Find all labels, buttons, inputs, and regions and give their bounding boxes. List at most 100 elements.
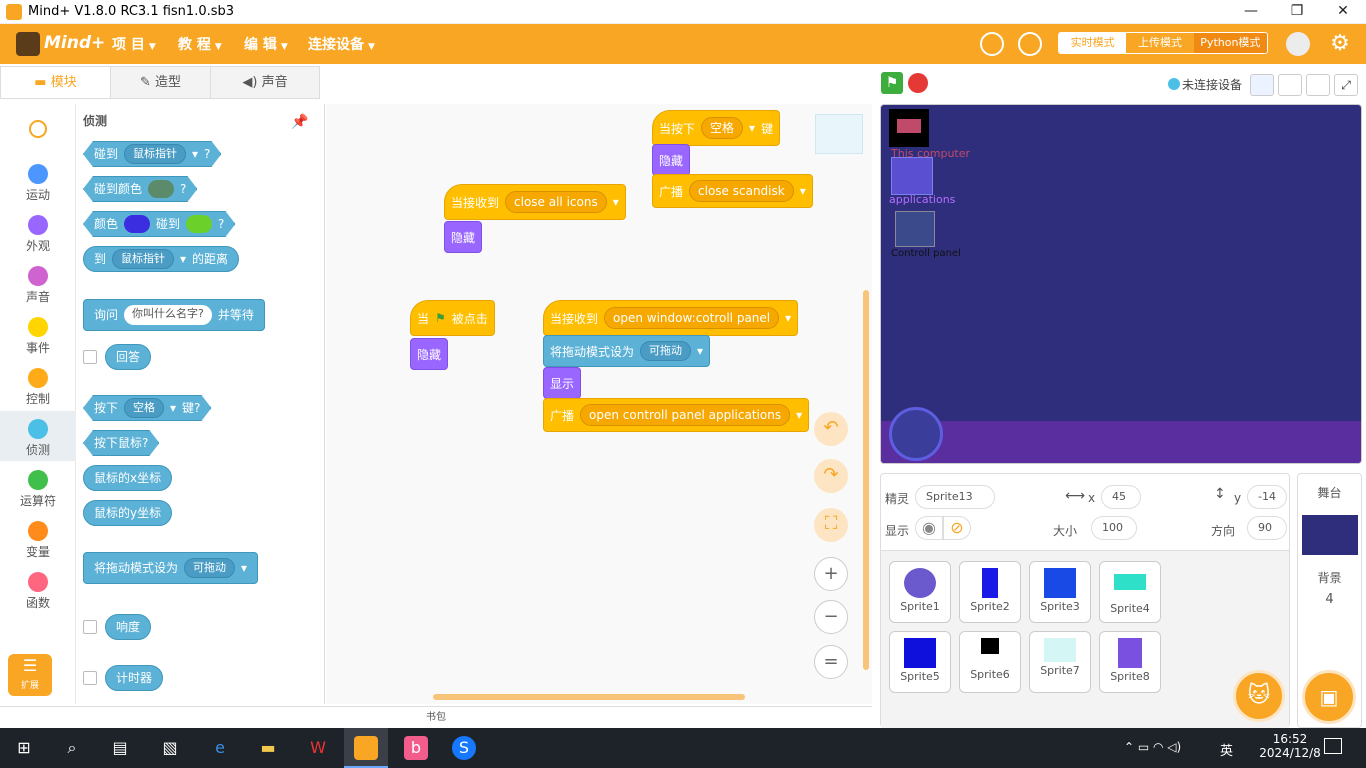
- dashboard-icon[interactable]: [980, 32, 1004, 56]
- sprite-tile[interactable]: Sprite8: [1099, 631, 1161, 693]
- block-when-receive[interactable]: 当接收到 open window:cotroll panel ▾: [543, 300, 799, 336]
- code-workspace[interactable]: 当按下 空格 ▾ 键 隐藏 广播 close scandisk ▾ 当接收到 close a…: [327, 104, 872, 704]
- small-stage-icon[interactable]: [1250, 74, 1274, 96]
- answer-checkbox[interactable]: [83, 350, 97, 364]
- y-input[interactable]: -14: [1247, 485, 1287, 509]
- block-answer[interactable]: 回答: [105, 344, 152, 370]
- block-mouse-down[interactable]: 按下鼠标?: [83, 430, 159, 456]
- block-touching-color[interactable]: 碰到颜色?: [83, 176, 197, 202]
- backpack-bar[interactable]: 书包: [0, 706, 872, 728]
- hide-eye-icon[interactable]: ⊘: [943, 516, 971, 540]
- avatar[interactable]: [1286, 32, 1310, 56]
- horizontal-scrollbar[interactable]: [433, 694, 745, 700]
- edge-icon[interactable]: e: [208, 736, 232, 760]
- category-control[interactable]: 控制: [0, 360, 76, 410]
- minimap[interactable]: [815, 114, 863, 154]
- notification-icon[interactable]: [1324, 738, 1342, 754]
- fullscreen-icon[interactable]: ⤢: [1334, 74, 1358, 96]
- mode-realtime[interactable]: 实时模式: [1059, 33, 1127, 53]
- windows-start-icon[interactable]: ⊞: [12, 736, 36, 760]
- sprite-tile[interactable]: Sprite3: [1029, 561, 1091, 623]
- block-distance[interactable]: 到鼠标指针 ▾ 的距离: [83, 246, 240, 272]
- block-color-touching[interactable]: 颜色 碰到?: [83, 211, 235, 237]
- tab-blocks[interactable]: ▬ 模块: [1, 67, 111, 98]
- block-show[interactable]: 显示: [543, 367, 582, 399]
- wps-icon[interactable]: W: [306, 736, 330, 760]
- edit-icon[interactable]: [1018, 32, 1042, 56]
- block-hide[interactable]: 隐藏: [410, 338, 449, 370]
- redo-icon[interactable]: ↷: [814, 459, 848, 493]
- block-mouse-y[interactable]: 鼠标的y坐标: [83, 500, 173, 526]
- block-touching[interactable]: 碰到 鼠标指针 ▾?: [83, 141, 221, 167]
- search-icon[interactable]: ⌕: [60, 736, 84, 760]
- add-backdrop-button[interactable]: ▣: [1302, 670, 1356, 724]
- tab-sounds[interactable]: ◀) 声音: [211, 67, 319, 98]
- stage-panel[interactable]: 舞台 背景 4 ▣: [1297, 473, 1362, 728]
- sogou-icon[interactable]: S: [452, 736, 476, 760]
- control-panel-icon[interactable]: [895, 211, 935, 247]
- block-when-key-pressed[interactable]: 当按下 空格 ▾ 键: [652, 110, 781, 146]
- layout-icon[interactable]: [1306, 74, 1330, 96]
- large-stage-icon[interactable]: [1278, 74, 1302, 96]
- menu-connect[interactable]: 连接设备 ▼: [308, 34, 375, 54]
- search-icon[interactable]: [29, 120, 47, 138]
- menu-edit[interactable]: 编 辑 ▼: [244, 34, 288, 54]
- start-orb[interactable]: [889, 407, 943, 461]
- ime-indicator[interactable]: 英: [1220, 740, 1233, 759]
- category-sensing[interactable]: 侦测: [0, 411, 76, 461]
- stage-thumbnail[interactable]: [1301, 515, 1358, 555]
- add-sprite-button[interactable]: 🐱: [1233, 670, 1285, 722]
- x-input[interactable]: 45: [1101, 485, 1141, 509]
- block-hide[interactable]: 隐藏: [444, 221, 483, 253]
- category-operators[interactable]: 运算符: [0, 462, 76, 512]
- block-key-pressed[interactable]: 按下 空格 ▾ 键?: [83, 395, 211, 421]
- block-when-receive[interactable]: 当接收到 close all icons ▾: [444, 184, 626, 220]
- tray-icons[interactable]: ⌃ ▭ ◠ ◁): [1124, 740, 1181, 754]
- applications-icon[interactable]: [891, 157, 933, 195]
- block-timer[interactable]: 计时器: [105, 665, 164, 691]
- size-input[interactable]: 100: [1091, 516, 1137, 540]
- category-events[interactable]: 事件: [0, 309, 76, 359]
- minimize-button[interactable]: —: [1228, 0, 1274, 24]
- tab-costumes[interactable]: ✎ 造型: [111, 67, 211, 98]
- app-icon[interactable]: ▧: [158, 736, 182, 760]
- green-flag-button[interactable]: ⚑: [881, 72, 903, 94]
- close-button[interactable]: ✕: [1320, 0, 1366, 24]
- vertical-scrollbar[interactable]: [863, 290, 869, 670]
- mode-upload[interactable]: 上传模式: [1126, 33, 1193, 53]
- block-when-flag-clicked[interactable]: 当 ⚑ 被点击: [410, 300, 495, 336]
- block-set-drag-mode[interactable]: 将拖动模式设为 可拖动 ▾: [543, 335, 711, 367]
- category-variables[interactable]: 变量: [0, 513, 76, 563]
- sprite-tile[interactable]: Sprite1: [889, 561, 951, 623]
- block-broadcast[interactable]: 广播 open controll panel applications ▾: [543, 398, 810, 432]
- menu-project[interactable]: 项 目 ▼: [112, 34, 156, 54]
- category-functions[interactable]: 函数: [0, 564, 76, 614]
- show-eye-icon[interactable]: ◉: [915, 516, 943, 540]
- loudness-checkbox[interactable]: [83, 620, 97, 634]
- block-broadcast[interactable]: 广播 close scandisk ▾: [652, 174, 813, 208]
- block-mouse-x[interactable]: 鼠标的x坐标: [83, 465, 173, 491]
- menu-tutorial[interactable]: 教 程 ▼: [178, 34, 222, 54]
- category-looks[interactable]: 外观: [0, 207, 76, 257]
- sprite-tile[interactable]: Sprite6: [959, 631, 1021, 693]
- direction-input[interactable]: 90: [1247, 516, 1287, 540]
- mindplus-taskbar-item[interactable]: [344, 728, 388, 768]
- restore-button[interactable]: ❐: [1274, 0, 1320, 24]
- category-motion[interactable]: 运动: [0, 156, 76, 206]
- zoom-in-icon[interactable]: +: [814, 557, 848, 591]
- computer-icon[interactable]: [889, 109, 929, 147]
- block-loudness[interactable]: 响度: [105, 614, 152, 640]
- crop-icon[interactable]: ⛶: [814, 508, 848, 542]
- timer-checkbox[interactable]: [83, 671, 97, 685]
- pin-icon[interactable]: 📌: [291, 114, 308, 132]
- stage-canvas[interactable]: This computer applications Controll pane…: [880, 104, 1362, 464]
- category-sound[interactable]: 声音: [0, 258, 76, 308]
- mode-python[interactable]: Python模式: [1193, 33, 1267, 53]
- clock[interactable]: 16:52 2024/12/8: [1254, 732, 1326, 760]
- bilibili-icon[interactable]: b: [404, 736, 428, 760]
- zoom-out-icon[interactable]: −: [814, 600, 848, 634]
- block-hide[interactable]: 隐藏: [652, 144, 691, 176]
- sprite-tile[interactable]: Sprite5: [889, 631, 951, 693]
- block-set-drag-mode[interactable]: 将拖动模式设为 可拖动 ▾: [83, 552, 259, 584]
- extension-button[interactable]: ☰ 扩展: [8, 654, 52, 696]
